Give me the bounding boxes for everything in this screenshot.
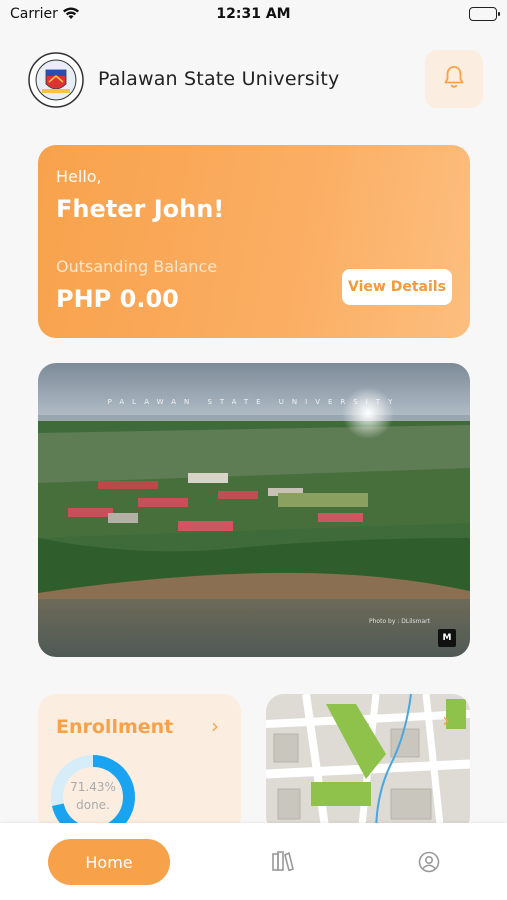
enrollment-title: Enrollment bbox=[56, 716, 174, 738]
notification-button[interactable] bbox=[425, 50, 483, 108]
chevron-right-icon[interactable]: › bbox=[211, 714, 219, 738]
university-name: Palawan State University bbox=[98, 68, 340, 90]
header: Palawan State University bbox=[28, 50, 483, 110]
status-bar: Carrier 12:31 AM bbox=[0, 0, 507, 30]
chevron-right-icon[interactable]: › bbox=[442, 708, 450, 732]
home-tab[interactable]: Home bbox=[48, 839, 170, 885]
campus-photo[interactable]: PALAWAN STATE UNIVERSITY Photo by : DLil… bbox=[38, 363, 470, 657]
photographer-logo-icon: M bbox=[438, 629, 456, 647]
enrollment-card[interactable]: Enrollment › 71.43% done. bbox=[38, 694, 241, 834]
progress-percent: 71.43% bbox=[70, 780, 116, 794]
profile-icon[interactable] bbox=[418, 851, 440, 877]
view-details-button[interactable]: View Details bbox=[342, 269, 452, 305]
balance-card: Hello, Fheter John! Outsanding Balance P… bbox=[38, 145, 470, 338]
books-icon[interactable] bbox=[272, 851, 294, 875]
balance-value: PHP 0.00 bbox=[56, 285, 179, 313]
map-card[interactable]: › bbox=[266, 694, 470, 834]
battery-icon bbox=[469, 7, 500, 21]
enrollment-progress-donut bbox=[51, 755, 135, 834]
status-time: 12:31 AM bbox=[216, 6, 291, 22]
photo-credit: Photo by : DLilsmart bbox=[369, 618, 430, 625]
greeting: Hello, bbox=[56, 167, 102, 186]
map-icon bbox=[266, 694, 470, 834]
user-name: Fheter John! bbox=[56, 195, 225, 223]
balance-label: Outsanding Balance bbox=[56, 257, 218, 276]
university-seal-icon bbox=[28, 52, 84, 108]
progress-sub: done. bbox=[76, 798, 110, 812]
photo-caption: PALAWAN STATE UNIVERSITY bbox=[107, 398, 401, 406]
bottom-nav: Home bbox=[0, 823, 507, 900]
bell-icon bbox=[443, 65, 465, 93]
